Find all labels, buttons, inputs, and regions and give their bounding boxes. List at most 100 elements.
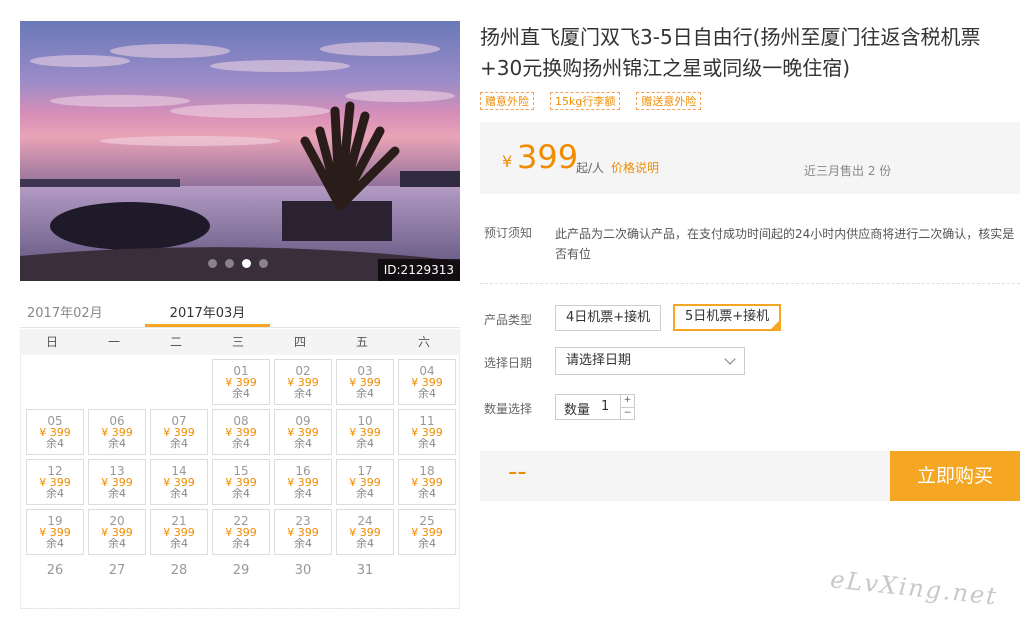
- weekday-header: 日 一 二 三 四 五 六: [21, 329, 459, 355]
- weekday-label: 一: [107, 335, 120, 349]
- calendar-day: 29: [212, 559, 270, 605]
- quantity-value[interactable]: 1: [601, 399, 609, 414]
- type-option-5day[interactable]: 5日机票+接机: [673, 304, 782, 331]
- calendar-empty-cell: [88, 359, 146, 405]
- watermark: eLvXing.net: [828, 565, 1000, 611]
- calendar-day-remaining: 余4: [294, 387, 312, 400]
- weekday-label: 日: [45, 335, 58, 349]
- calendar-empty-cell: [26, 359, 84, 405]
- quantity-stepper[interactable]: 数量 1 + −: [555, 394, 635, 420]
- calendar-day-available[interactable]: 07 ¥ 399 余4: [150, 409, 208, 455]
- calendar-day-available[interactable]: 16 ¥ 399 余4: [274, 459, 332, 505]
- calendar-day-available[interactable]: 25 ¥ 399 余4: [398, 509, 456, 555]
- image-id-tag: ID:2129313: [377, 259, 460, 281]
- product-tags: 赠意外险 15kg行李额 赠送意外险: [480, 92, 702, 110]
- carousel-dot[interactable]: [208, 259, 217, 268]
- calendar-day-available[interactable]: 02 ¥ 399 余4: [274, 359, 332, 405]
- calendar-day-remaining: 余4: [232, 537, 250, 550]
- calendar-day-available[interactable]: 10 ¥ 399 余4: [336, 409, 394, 455]
- calendar-day-available[interactable]: 19 ¥ 399 余4: [26, 509, 84, 555]
- sold-count: 近三月售出 2 份: [804, 164, 892, 178]
- price-calendar: 日 一 二 三 四 五 六 01 ¥ 399 余4 02 ¥ 399 余4 03 ¥ 399 余…: [20, 329, 460, 609]
- calendar-day: 27: [88, 559, 146, 605]
- calendar-day-number: 27: [108, 563, 126, 578]
- calendar-day-available[interactable]: 04 ¥ 399 余4: [398, 359, 456, 405]
- calendar-day-remaining: 余4: [418, 537, 436, 550]
- check-corner-icon: [770, 320, 781, 330]
- notice-label: 预订须知: [484, 226, 533, 240]
- calendar-day-remaining: 余4: [232, 387, 250, 400]
- divider: [480, 283, 1020, 284]
- calendar-day-remaining: 余4: [232, 437, 250, 450]
- calendar-day-remaining: 余4: [418, 487, 436, 500]
- type-option-4day[interactable]: 4日机票+接机: [555, 305, 662, 331]
- calendar-day-remaining: 余4: [108, 487, 126, 500]
- quantity-field-label: 数量: [564, 403, 591, 418]
- calendar-day-available[interactable]: 20 ¥ 399 余4: [88, 509, 146, 555]
- product-image[interactable]: ID:2129313: [20, 21, 460, 281]
- calendar-day-available[interactable]: 09 ¥ 399 余4: [274, 409, 332, 455]
- weekday-label: 三: [231, 335, 244, 349]
- price-value: 399: [517, 138, 579, 176]
- quantity-decrease-button[interactable]: −: [621, 407, 634, 419]
- calendar-day-remaining: 余4: [46, 487, 64, 500]
- date-select[interactable]: 请选择日期: [555, 347, 745, 375]
- quantity-controls: + −: [620, 395, 634, 419]
- calendar-day-available[interactable]: 18 ¥ 399 余4: [398, 459, 456, 505]
- buy-now-button[interactable]: 立即购买: [890, 451, 1020, 501]
- calendar-day-available[interactable]: 14 ¥ 399 余4: [150, 459, 208, 505]
- calendar-day-remaining: 余4: [294, 537, 312, 550]
- tab-month-mar[interactable]: 2017年03月: [145, 296, 270, 327]
- tag-insurance-gift: 赠送意外险: [636, 92, 702, 110]
- carousel-dot-active[interactable]: [242, 259, 251, 268]
- calendar-day-available[interactable]: 12 ¥ 399 余4: [26, 459, 84, 505]
- calendar-day-available[interactable]: 01 ¥ 399 余4: [212, 359, 270, 405]
- calendar-day-available[interactable]: 23 ¥ 399 余4: [274, 509, 332, 555]
- calendar-day-available[interactable]: 15 ¥ 399 余4: [212, 459, 270, 505]
- calendar-day-remaining: 余4: [170, 437, 188, 450]
- calendar-day-remaining: 余4: [294, 487, 312, 500]
- price-unit: 起/人: [576, 161, 605, 175]
- calendar-day-remaining: 余4: [46, 537, 64, 550]
- total-price: --: [508, 457, 527, 487]
- quantity-label: 数量选择: [484, 402, 533, 416]
- calendar-day-available[interactable]: 11 ¥ 399 余4: [398, 409, 456, 455]
- weekday-label: 六: [417, 335, 430, 349]
- calendar-day: 30: [274, 559, 332, 605]
- quantity-increase-button[interactable]: +: [621, 395, 634, 407]
- calendar-day-available[interactable]: 08 ¥ 399 余4: [212, 409, 270, 455]
- weekday-label: 四: [293, 335, 306, 349]
- calendar-day-remaining: 余4: [170, 487, 188, 500]
- carousel-dot[interactable]: [259, 259, 268, 268]
- notice-text: 此产品为二次确认产品，在支付成功时间起的24小时内供应商将进行二次确认，核实是否…: [555, 227, 1015, 261]
- calendar-day-remaining: 余4: [356, 387, 374, 400]
- price-panel: ¥ 399 起/人 价格说明 近三月售出 2 份: [480, 122, 1020, 194]
- weekday-label: 二: [169, 335, 182, 349]
- type-option-label: 5日机票+接机: [685, 309, 770, 324]
- calendar-day-available[interactable]: 13 ¥ 399 余4: [88, 459, 146, 505]
- calendar-day-number: 28: [170, 563, 188, 578]
- price-explain-link[interactable]: 价格说明: [611, 159, 659, 176]
- calendar-day-remaining: 余4: [418, 387, 436, 400]
- month-tabs: 2017年02月 2017年03月: [20, 296, 460, 328]
- calendar-day-available[interactable]: 17 ¥ 399 余4: [336, 459, 394, 505]
- calendar-day-available[interactable]: 21 ¥ 399 余4: [150, 509, 208, 555]
- calendar-day-available[interactable]: 06 ¥ 399 余4: [88, 409, 146, 455]
- date-select-value: 请选择日期: [566, 353, 632, 368]
- calendar-day-available[interactable]: 24 ¥ 399 余4: [336, 509, 394, 555]
- calendar-day-remaining: 余4: [356, 437, 374, 450]
- calendar-empty-cell: [150, 359, 208, 405]
- calendar-day-remaining: 余4: [108, 437, 126, 450]
- calendar-day-available[interactable]: 05 ¥ 399 余4: [26, 409, 84, 455]
- calendar-day: 26: [26, 559, 84, 605]
- tag-luggage: 15kg行李额: [550, 92, 621, 110]
- tab-month-feb[interactable]: 2017年02月: [20, 296, 145, 327]
- calendar-day-remaining: 余4: [170, 537, 188, 550]
- calendar-day-remaining: 余4: [356, 537, 374, 550]
- chevron-down-icon: [724, 353, 736, 365]
- carousel-dot[interactable]: [225, 259, 234, 268]
- calendar-day-available[interactable]: 03 ¥ 399 余4: [336, 359, 394, 405]
- calendar-day-available[interactable]: 22 ¥ 399 余4: [212, 509, 270, 555]
- calendar-day-number: 31: [356, 563, 374, 578]
- calendar-day: 28: [150, 559, 208, 605]
